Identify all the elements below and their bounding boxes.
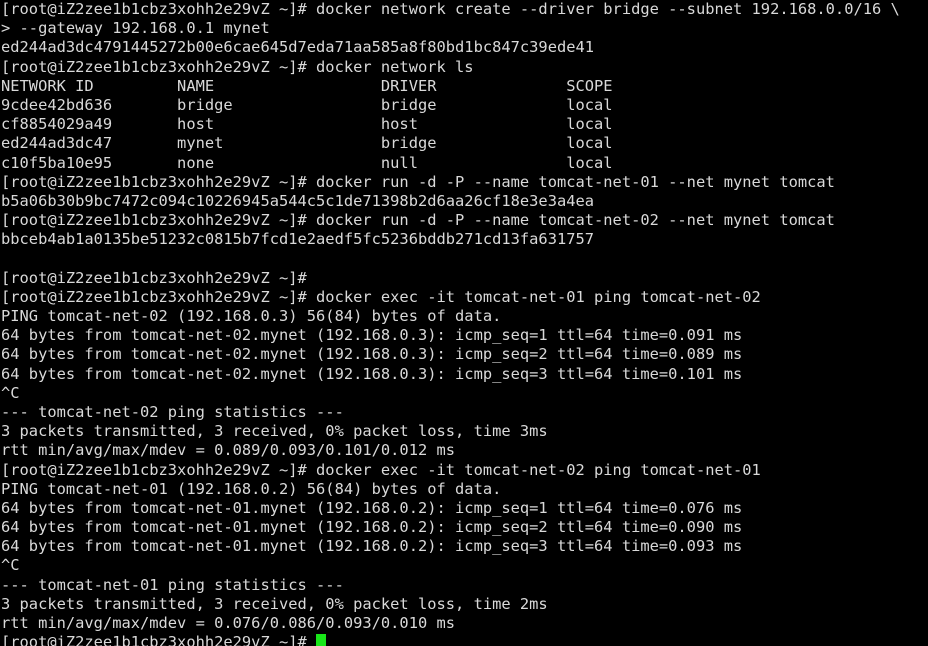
terminal-line: cf8854029a49 host host local [1, 115, 613, 134]
terminal-line: ^C [1, 383, 20, 402]
terminal-line: 64 bytes from tomcat-net-02.mynet (192.1… [1, 345, 743, 364]
terminal-line: 64 bytes from tomcat-net-01.mynet (192.1… [1, 537, 743, 556]
terminal-line: [root@iZ2zee1b1cbz3xohh2e29vZ ~]# docker… [1, 57, 474, 76]
terminal-prompt-line[interactable]: [root@iZ2zee1b1cbz3xohh2e29vZ ~]# [1, 633, 928, 646]
terminal-line: [root@iZ2zee1b1cbz3xohh2e29vZ ~]# docker… [1, 287, 761, 306]
terminal-window[interactable]: [root@iZ2zee1b1cbz3xohh2e29vZ ~]# docker… [0, 0, 928, 646]
terminal-line: [root@iZ2zee1b1cbz3xohh2e29vZ ~]# docker… [1, 460, 761, 479]
terminal-line: PING tomcat-net-02 (192.168.0.3) 56(84) … [1, 307, 502, 325]
terminal-line: [root@iZ2zee1b1cbz3xohh2e29vZ ~]# docker… [1, 172, 835, 191]
terminal-line: 64 bytes from tomcat-net-02.mynet (192.1… [1, 364, 743, 383]
terminal-line: ed244ad3dc47 mynet bridge local [1, 134, 613, 153]
terminal-line: 64 bytes from tomcat-net-01.mynet (192.1… [1, 518, 743, 537]
terminal-line: c10f5ba10e95 none null local [1, 153, 613, 172]
terminal-line: 3 packets transmitted, 3 received, 0% pa… [1, 422, 548, 441]
terminal-line: [root@iZ2zee1b1cbz3xohh2e29vZ ~]# docker… [1, 211, 835, 230]
terminal-line: --- tomcat-net-02 ping statistics --- [1, 402, 344, 421]
terminal-line: [root@iZ2zee1b1cbz3xohh2e29vZ ~]# docker… [1, 0, 900, 18]
terminal-line: ed244ad3dc4791445272b00e6cae645d7eda71aa… [1, 38, 595, 57]
terminal-line: ^C [1, 556, 20, 575]
terminal-line: [root@iZ2zee1b1cbz3xohh2e29vZ ~]# [1, 268, 307, 287]
terminal-line: > --gateway 192.168.0.1 mynet [1, 19, 270, 38]
terminal-line: NETWORK ID NAME DRIVER SCOPE [1, 76, 613, 95]
terminal-line: bbceb4ab1a0135be51232c0815b7fcd1e2aedf5f… [1, 230, 595, 249]
terminal-line: 9cdee42bd636 bridge bridge local [1, 95, 613, 114]
prompt-text: [root@iZ2zee1b1cbz3xohh2e29vZ ~]# [1, 633, 317, 646]
terminal-line: b5a06b30b9bc7472c094c10226945a544c5c1de7… [1, 191, 595, 210]
terminal-line: rtt min/avg/max/mdev = 0.089/0.093/0.101… [1, 441, 456, 460]
terminal-line: --- tomcat-net-01 ping statistics --- [1, 575, 344, 594]
text-cursor [316, 634, 326, 646]
terminal-line: 64 bytes from tomcat-net-01.mynet (192.1… [1, 498, 743, 517]
terminal-scrollback: [root@iZ2zee1b1cbz3xohh2e29vZ ~]# docker… [1, 0, 928, 633]
terminal-line: 3 packets transmitted, 3 received, 0% pa… [1, 594, 548, 613]
terminal-line: rtt min/avg/max/mdev = 0.076/0.086/0.093… [1, 614, 456, 632]
terminal-line: 64 bytes from tomcat-net-02.mynet (192.1… [1, 326, 743, 345]
terminal-line: PING tomcat-net-01 (192.168.0.2) 56(84) … [1, 479, 502, 498]
